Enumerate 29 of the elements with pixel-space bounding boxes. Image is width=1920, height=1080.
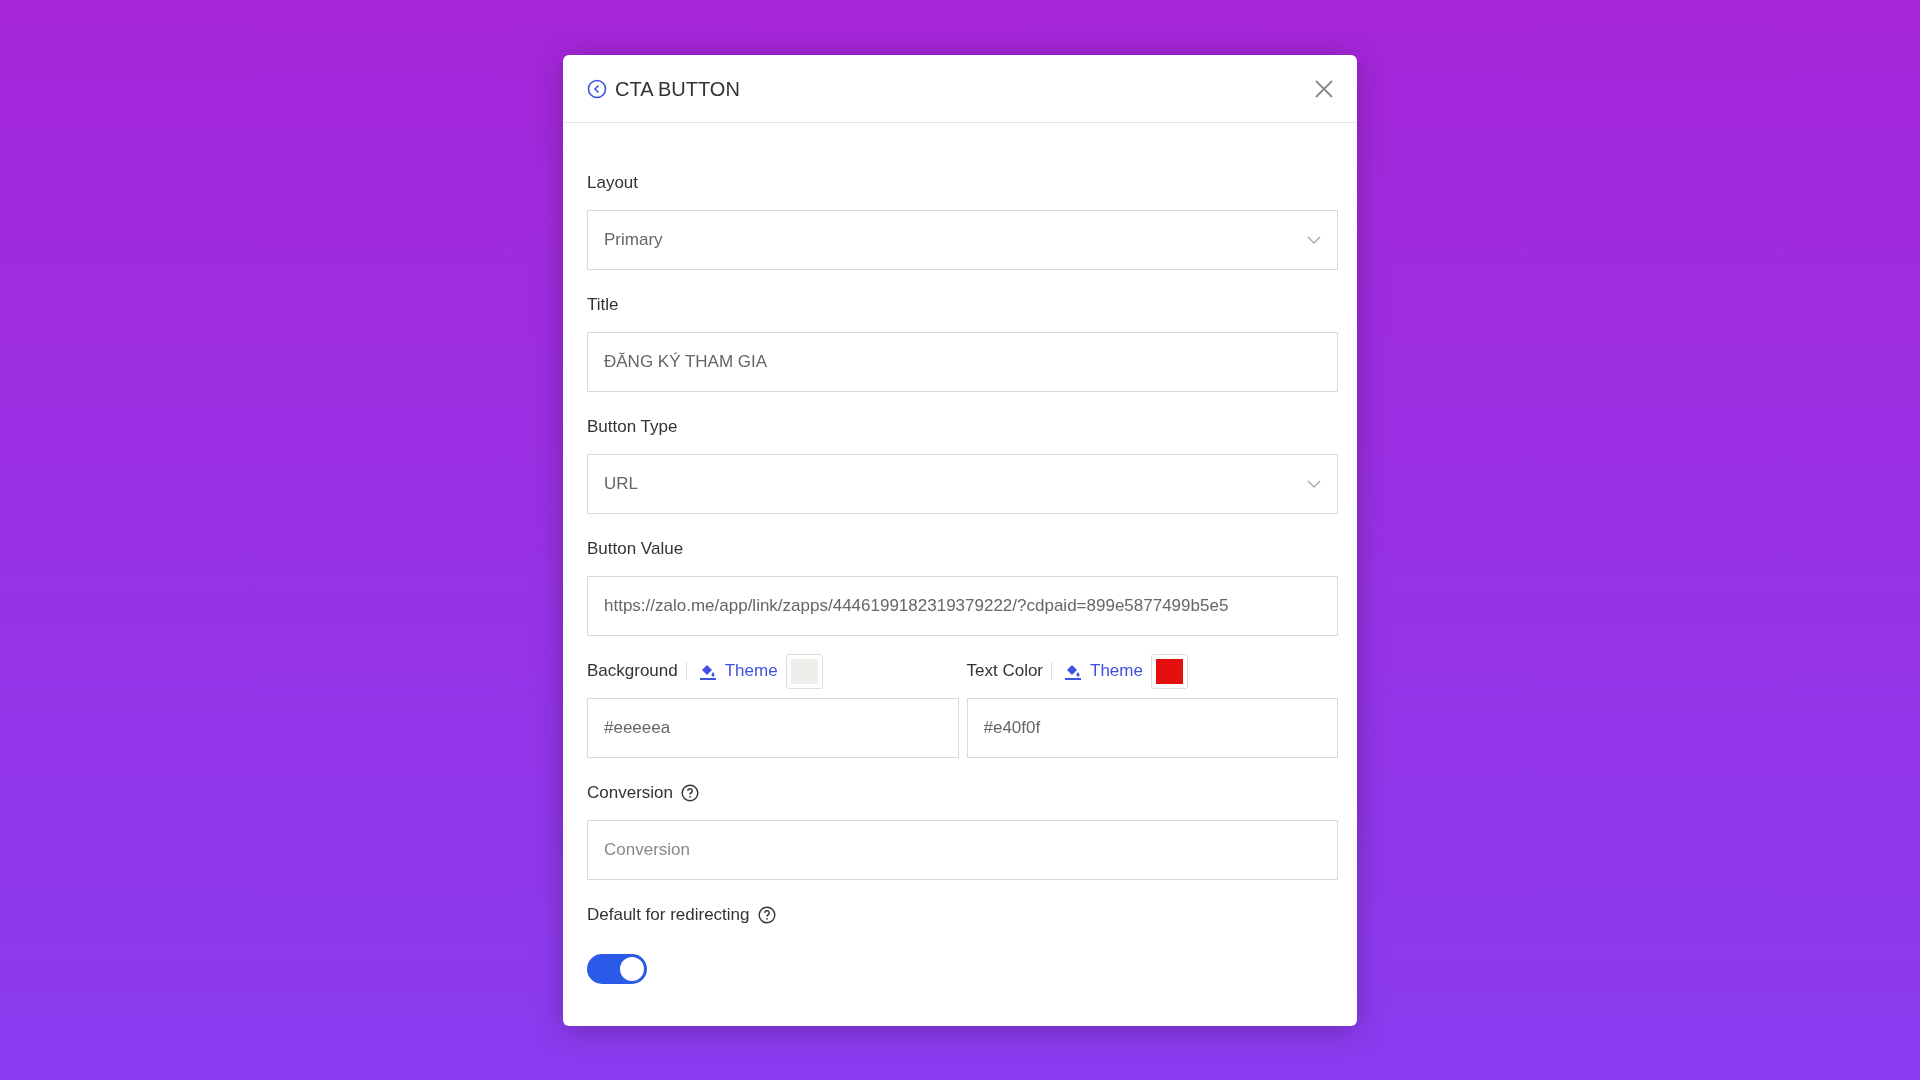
color-swatch[interactable] bbox=[785, 653, 823, 689]
color-swatch[interactable] bbox=[1150, 653, 1188, 689]
select-field[interactable]: Primary bbox=[587, 210, 1338, 270]
field-label: Button Value bbox=[587, 538, 684, 561]
toggle-switch[interactable] bbox=[587, 954, 647, 984]
chevron-down-icon bbox=[1307, 480, 1321, 488]
dialog-title: CTA BUTTON bbox=[615, 76, 740, 102]
help-icon[interactable] bbox=[757, 906, 776, 924]
close-icon[interactable] bbox=[1315, 79, 1333, 98]
color-input[interactable]: #e40f0f bbox=[966, 698, 1338, 758]
field-label: Title bbox=[587, 294, 619, 317]
back-icon[interactable] bbox=[587, 78, 607, 99]
color-input[interactable]: #eeeeea bbox=[587, 698, 959, 758]
paint-bucket-icon bbox=[698, 662, 717, 680]
paint-bucket-icon bbox=[1064, 662, 1083, 680]
chevron-down-icon bbox=[1307, 236, 1321, 244]
field-label: Background bbox=[587, 660, 678, 683]
field-label: Layout bbox=[587, 172, 639, 195]
field-label: Conversion bbox=[587, 782, 673, 805]
input-field[interactable]: https://zalo.me/app/link/zapps/4446199182319379222/?cdpaid=899e5877499b5e5 bbox=[587, 576, 1338, 636]
select-field[interactable]: URL bbox=[587, 454, 1338, 514]
help-icon[interactable] bbox=[681, 784, 699, 802]
field-label: Text Color bbox=[966, 660, 1044, 683]
input-field[interactable]: ĐĂNG KÝ THAM GIA bbox=[587, 332, 1338, 392]
field-label: Button Type bbox=[587, 416, 678, 439]
input-field[interactable]: Conversion bbox=[587, 820, 1338, 880]
theme-link[interactable]: Theme bbox=[698, 658, 778, 684]
field-label: Default for redirecting bbox=[587, 904, 750, 927]
theme-link[interactable]: Theme bbox=[1064, 658, 1143, 684]
